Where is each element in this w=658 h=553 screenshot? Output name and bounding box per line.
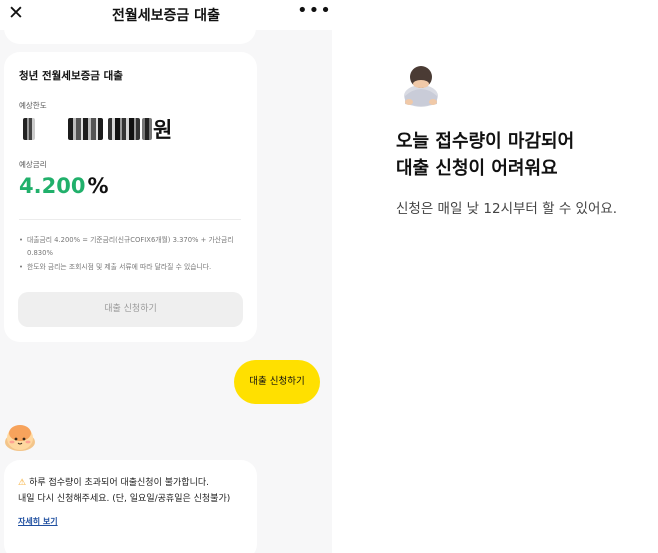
- redacted-amount-block: [108, 118, 140, 140]
- detail-link[interactable]: 자세히 보기: [18, 516, 58, 527]
- divider: [19, 219, 241, 220]
- chat-screen: ✕ 전월세보증금 대출 ••• 청년 전월세보증금 대출 예상한도 원 예상금리…: [0, 0, 332, 553]
- rate-number: 4.200: [19, 174, 86, 198]
- limit-amount: 원: [19, 116, 219, 144]
- previous-message-card: [4, 22, 256, 44]
- bot-message-line: ⚠ 하루 접수량이 초과되어 대출신청이 불가합니다.: [18, 475, 209, 488]
- rate-label: 예상금리: [19, 160, 47, 169]
- notice-headline: 오늘 접수량이 마감되어 대출 신청이 어려워요: [396, 128, 574, 182]
- note-item: 대출금리 4.200% = 기준금리(신규COFIX6개월) 3.370% + …: [19, 234, 244, 260]
- apply-loan-button-disabled[interactable]: 대출 신청하기: [18, 292, 243, 327]
- apply-loan-bubble[interactable]: 대출 신청하기: [234, 360, 320, 404]
- headline-line: 대출 신청이 어려워요: [396, 158, 558, 179]
- limit-label: 예상한도: [19, 101, 47, 110]
- closed-notice-screen: 오늘 접수량이 마감되어 대출 신청이 어려워요 신청은 매일 낮 12시부터 …: [332, 0, 658, 553]
- loan-notes: 대출금리 4.200% = 기준금리(신규COFIX6개월) 3.370% + …: [19, 234, 244, 275]
- notice-subtext: 신청은 매일 낮 12시부터 할 수 있어요.: [396, 201, 618, 217]
- bot-message-text: 하루 접수량이 초과되어 대출신청이 불가합니다.: [29, 478, 209, 488]
- loan-offer-card: 청년 전월세보증금 대출 예상한도 원 예상금리 4.200% 대출금리 4.2…: [4, 52, 257, 342]
- bot-message-line: 내일 다시 신청해주세요. (단, 일요일/공휴일은 신청불가): [18, 494, 231, 504]
- rate-value: 4.200%: [19, 174, 108, 198]
- limit-unit: 원: [153, 118, 173, 142]
- warning-icon: ⚠: [18, 478, 27, 488]
- rate-unit: %: [87, 174, 109, 198]
- loan-product-title: 청년 전월세보증금 대출: [19, 70, 123, 82]
- headline-line: 오늘 접수량이 마감되어: [396, 131, 575, 152]
- bot-message-card: ⚠ 하루 접수량이 초과되어 대출신청이 불가합니다. 내일 다시 신청해주세요.…: [4, 460, 257, 553]
- redacted-amount-block: [68, 118, 103, 140]
- note-item: 한도와 금리는 조회시점 및 제출 서류에 따라 달라질 수 있습니다.: [19, 261, 244, 274]
- redacted-amount-block: [23, 118, 35, 140]
- bowing-person-icon: [404, 66, 438, 107]
- redacted-amount-block: [142, 118, 152, 140]
- more-icon[interactable]: •••: [297, 0, 332, 21]
- bot-avatar: [5, 425, 35, 451]
